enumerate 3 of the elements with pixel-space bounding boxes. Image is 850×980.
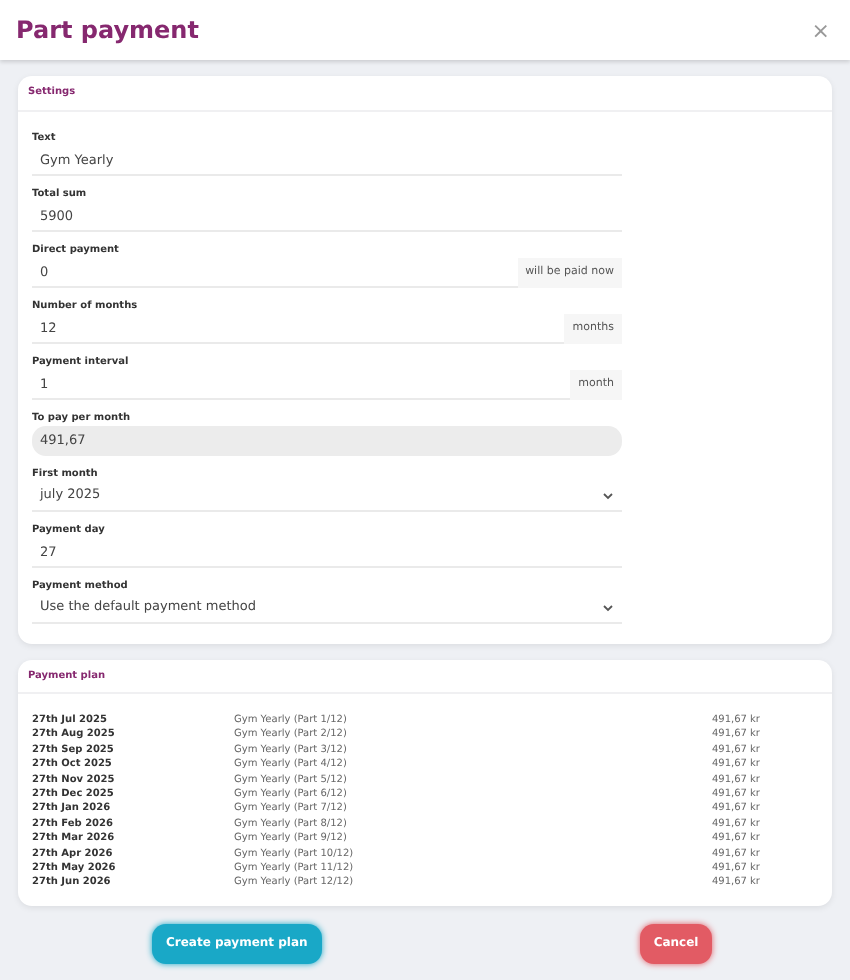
chevron-down-icon	[602, 603, 614, 611]
dialog-title: Part payment	[16, 14, 199, 48]
chevron-down-icon	[602, 491, 614, 499]
